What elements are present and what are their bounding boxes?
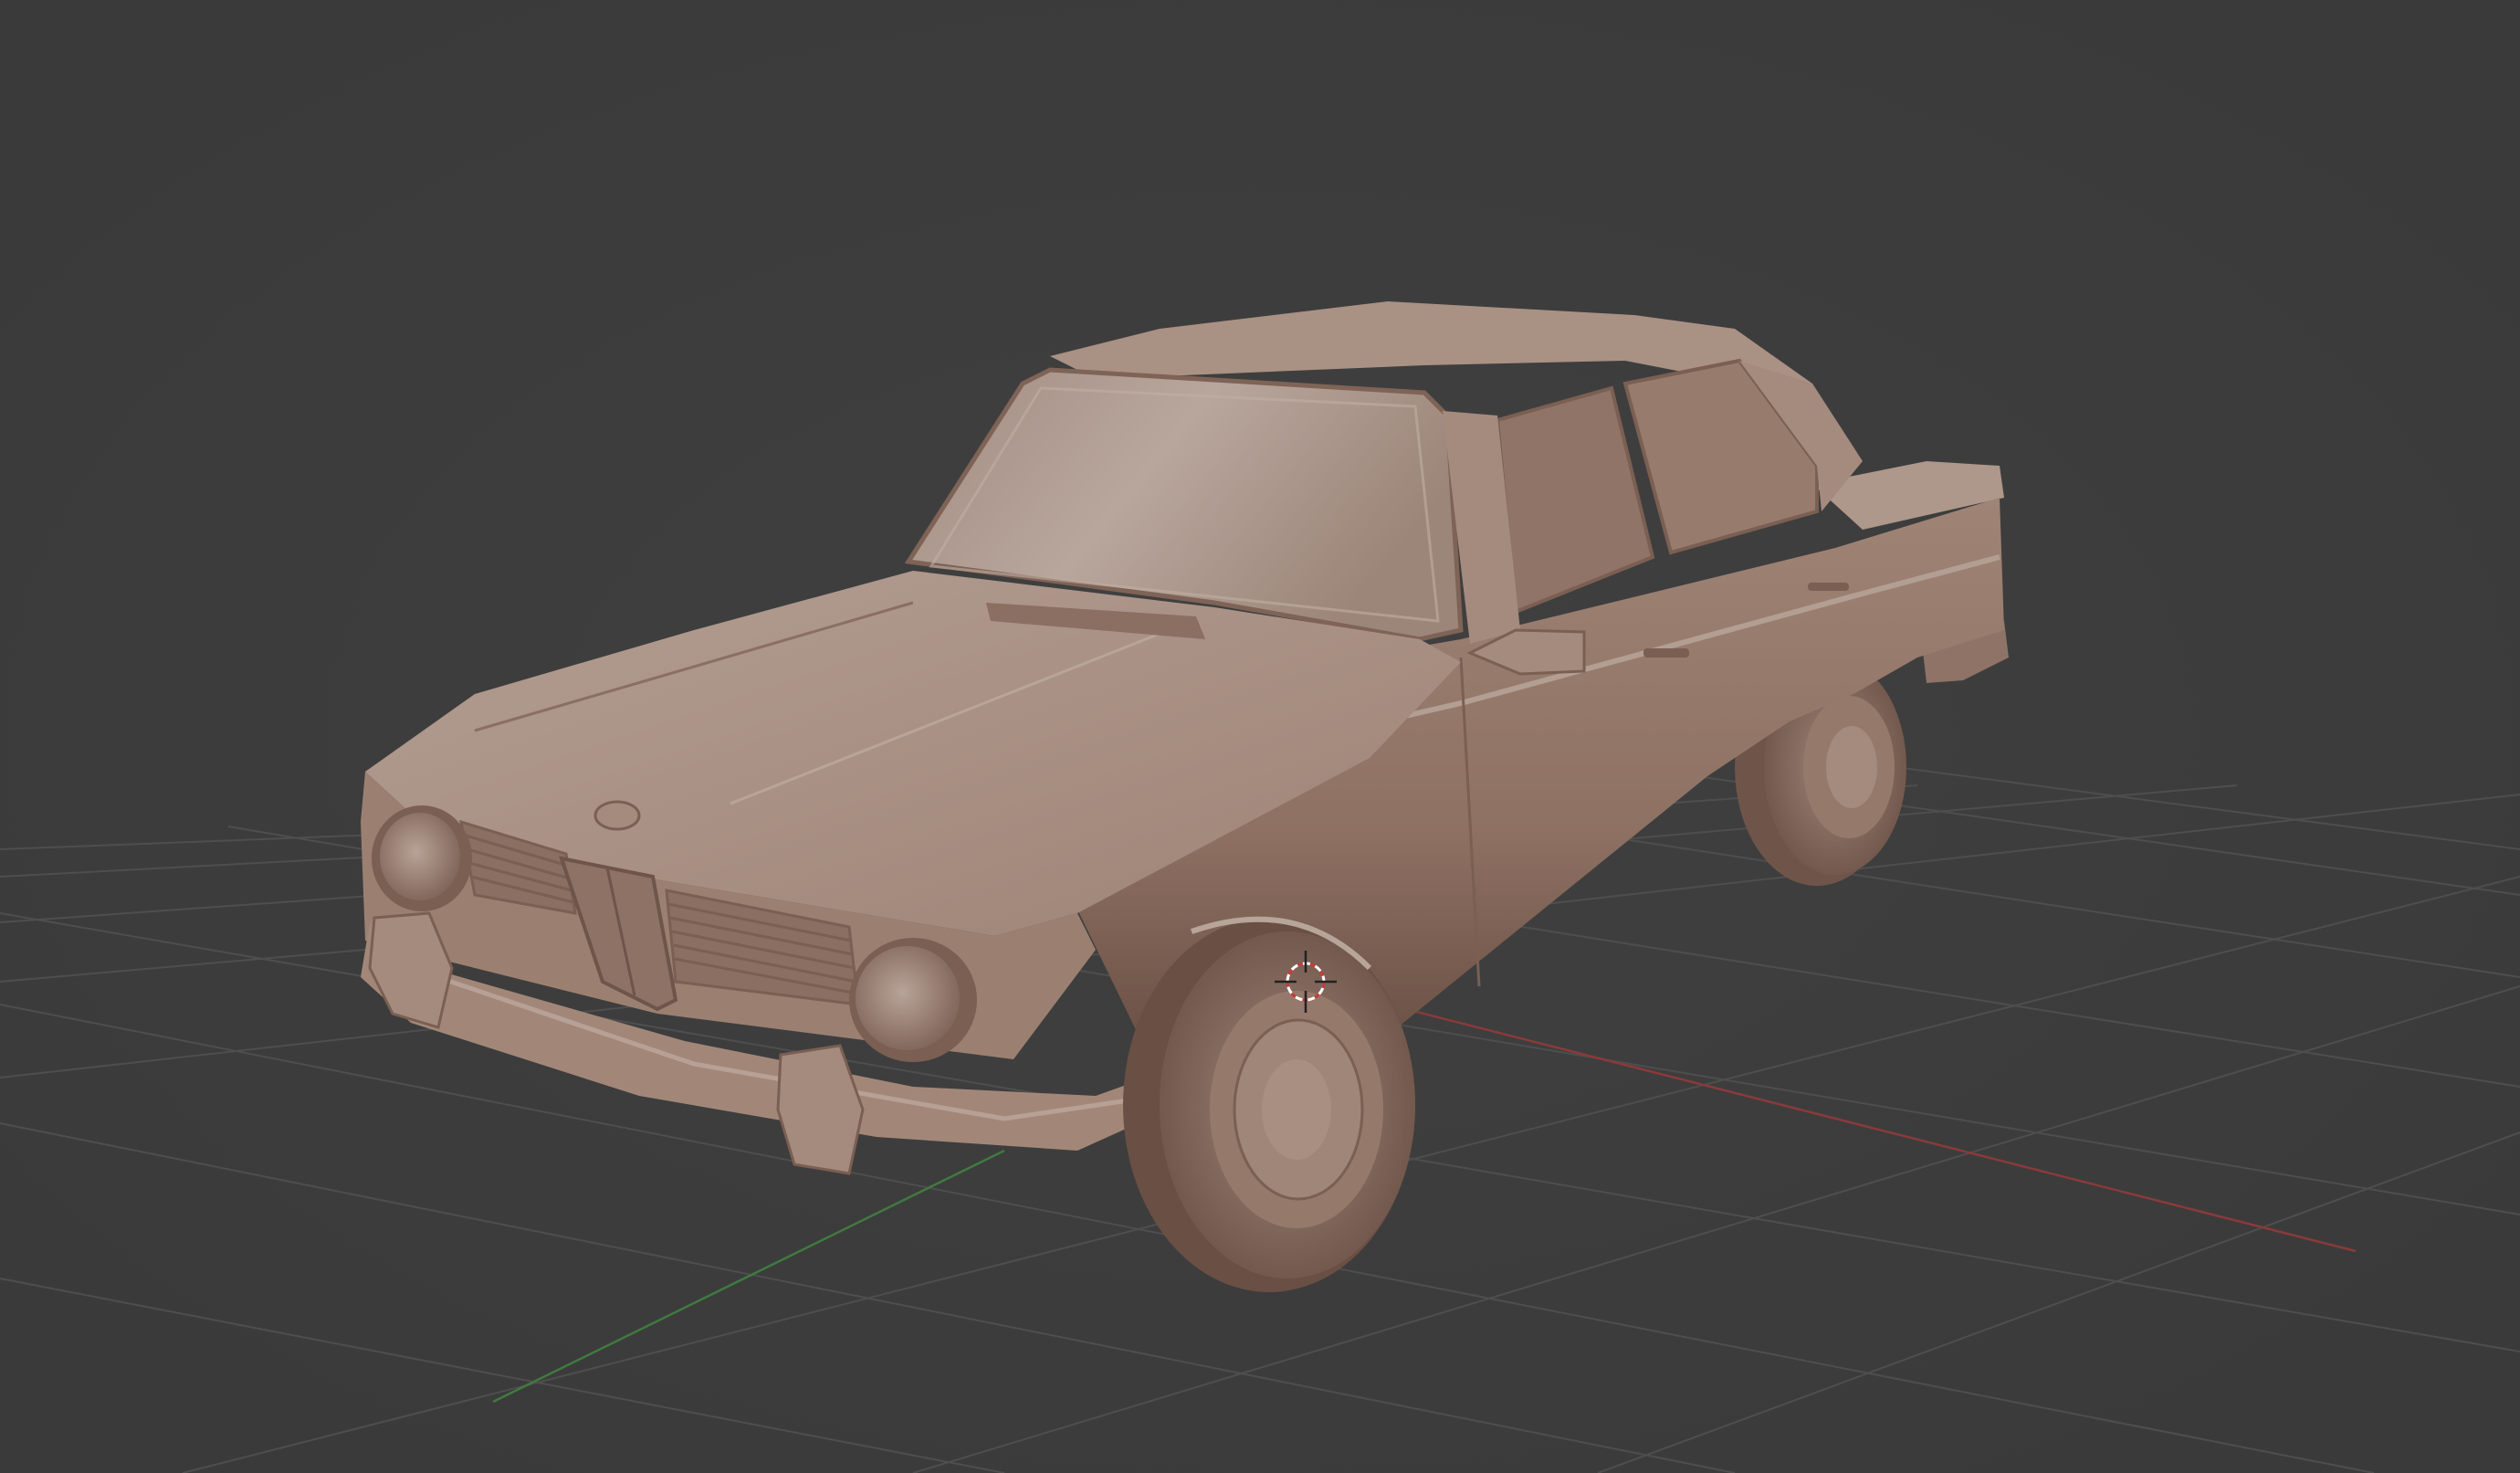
headlight-left <box>372 805 472 911</box>
door-handle-front <box>1643 648 1689 658</box>
headlight-right <box>849 938 977 1062</box>
hood-badge <box>593 800 641 831</box>
front-wheel <box>1123 918 1415 1292</box>
viewport-scene <box>0 0 2520 1473</box>
door-handle-rear <box>1808 583 1849 591</box>
3d-viewport[interactable] <box>0 0 2520 1473</box>
